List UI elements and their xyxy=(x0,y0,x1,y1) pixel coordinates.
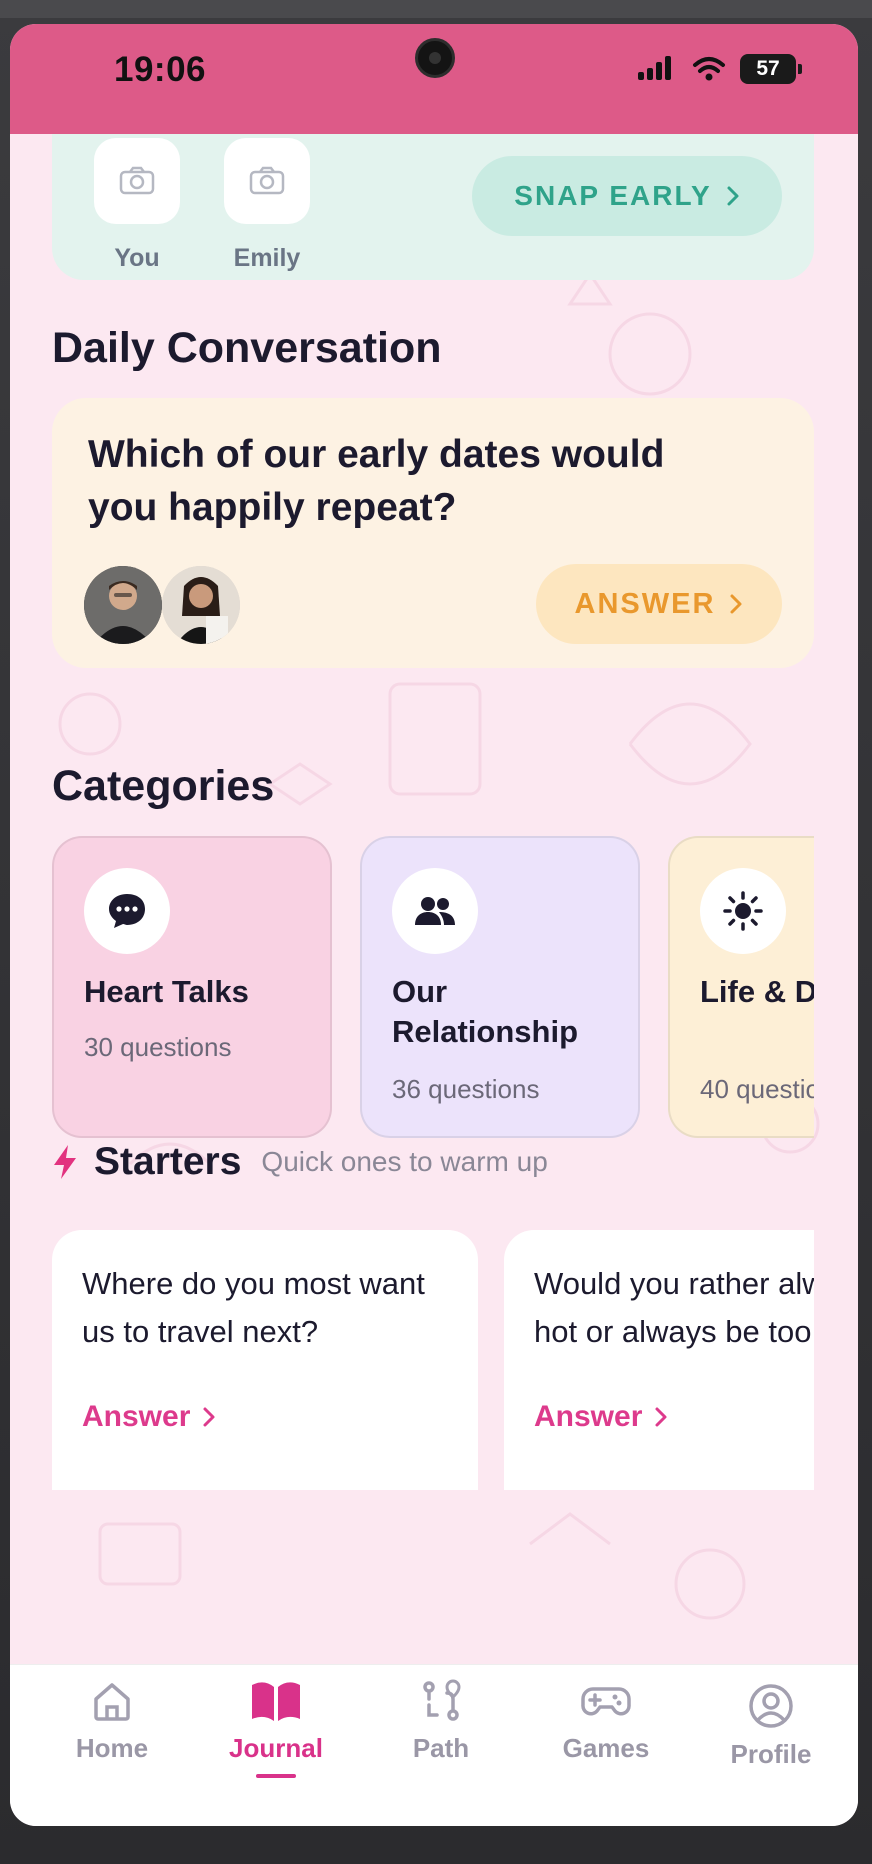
starter-answer-button[interactable]: Answer xyxy=(82,1400,216,1434)
snap-label-you: You xyxy=(114,244,160,272)
daily-conversation-title: Daily Conversation xyxy=(52,324,442,372)
category-icon-wrap xyxy=(84,868,170,954)
gamepad-icon xyxy=(581,1687,631,1716)
category-count: 40 questions xyxy=(700,1074,814,1104)
snap-slot-you[interactable] xyxy=(94,138,180,224)
starter-question: Where do you most want us to travel next… xyxy=(82,1266,425,1349)
sun-icon xyxy=(723,891,763,931)
daily-conversation-card[interactable]: Which of our early dates would you happi… xyxy=(52,398,814,668)
starter-answer-label: Answer xyxy=(82,1400,191,1433)
active-tab-indicator xyxy=(256,1774,296,1778)
book-icon xyxy=(252,1682,300,1721)
starters-header: Starters Quick ones to warm up xyxy=(52,1140,548,1184)
categories-title: Categories xyxy=(52,762,275,810)
category-card-our-relationship[interactable]: Our Relationship 36 questions xyxy=(360,836,640,1138)
device-frame: 19:06 57 You Emily SNAP EARLY Daily Conv… xyxy=(0,0,872,1864)
tab-label: Games xyxy=(562,1733,650,1763)
categories-carousel[interactable]: Heart Talks 30 questions Our Relationshi… xyxy=(52,836,814,1146)
avatar-man-image xyxy=(84,566,162,644)
category-card-heart-talks[interactable]: Heart Talks 30 questions xyxy=(52,836,332,1138)
starter-answer-button[interactable]: Answer xyxy=(534,1400,668,1434)
chevron-right-icon xyxy=(730,594,742,614)
starters-title: Starters xyxy=(94,1140,242,1183)
category-count: 30 questions xyxy=(84,1032,232,1062)
bottom-tab-bar: Home Journal Path Games Profile xyxy=(10,1664,858,1826)
battery-icon: 57 xyxy=(740,54,802,84)
avatar-partner-1 xyxy=(84,566,162,644)
status-icons: 57 xyxy=(638,54,802,84)
tab-profile[interactable]: Profile xyxy=(696,1683,846,1803)
avatar-partner-2 xyxy=(162,566,240,644)
lightning-icon xyxy=(54,1145,76,1179)
profile-icon xyxy=(749,1684,793,1728)
category-card-life-dreams[interactable]: Life & Dreams 40 questions xyxy=(668,836,814,1138)
tab-label: Home xyxy=(75,1733,149,1763)
tab-path[interactable]: Path xyxy=(366,1679,516,1799)
category-name: Our Relationship xyxy=(392,974,579,1049)
snap-slot-emily[interactable] xyxy=(224,138,310,224)
snap-label-emily: Emily xyxy=(233,244,301,272)
home-icon xyxy=(94,1683,130,1721)
category-icon-wrap xyxy=(392,868,478,954)
answer-button[interactable]: ANSWER xyxy=(536,564,782,644)
avatar-woman-image xyxy=(162,566,240,644)
category-count: 36 questions xyxy=(392,1074,540,1104)
snap-early-button[interactable]: SNAP EARLY xyxy=(472,156,782,236)
snap-card: You Emily SNAP EARLY xyxy=(52,114,814,280)
people-icon xyxy=(415,897,455,925)
category-name: Heart Talks xyxy=(84,974,249,1009)
starters-carousel[interactable]: Where do you most want us to travel next… xyxy=(52,1230,814,1490)
tab-label: Profile xyxy=(730,1739,812,1769)
signal-icon xyxy=(638,56,671,80)
camera-icon xyxy=(119,166,155,195)
front-camera xyxy=(415,38,455,78)
camera-icon xyxy=(249,166,285,195)
chevron-right-icon xyxy=(727,186,739,206)
starters-subtitle: Quick ones to warm up xyxy=(261,1146,548,1177)
phone-screen: 19:06 57 You Emily SNAP EARLY Daily Conv… xyxy=(10,24,858,1826)
starter-card[interactable]: Where do you most want us to travel next… xyxy=(52,1230,478,1490)
starter-question: Would you rather always be too hot or al… xyxy=(534,1266,814,1349)
status-time: 19:06 xyxy=(114,50,207,89)
answer-label: ANSWER xyxy=(574,587,716,620)
daily-question: Which of our early dates would you happi… xyxy=(88,433,665,529)
journal-content[interactable]: You Emily SNAP EARLY Daily Conversation … xyxy=(10,114,858,1664)
device-bezel-top xyxy=(0,0,872,18)
chat-bubble-icon xyxy=(109,894,145,928)
tab-home[interactable]: Home xyxy=(37,1679,187,1799)
chevron-right-icon xyxy=(655,1407,667,1427)
starter-card[interactable]: Would you rather always be too hot or al… xyxy=(504,1230,814,1490)
wifi-icon xyxy=(693,57,725,81)
chevron-right-icon xyxy=(203,1407,215,1427)
tab-journal[interactable]: Journal xyxy=(201,1679,351,1799)
status-bar: 19:06 57 xyxy=(10,24,858,134)
starter-answer-label: Answer xyxy=(534,1400,643,1433)
path-icon xyxy=(423,1679,461,1721)
tab-games[interactable]: Games xyxy=(531,1679,681,1799)
category-icon-wrap xyxy=(700,868,786,954)
tab-label: Journal xyxy=(229,1733,323,1763)
tab-label: Path xyxy=(412,1733,470,1763)
category-name: Life & Dreams xyxy=(700,974,814,1009)
snap-early-label: SNAP EARLY xyxy=(514,180,712,211)
